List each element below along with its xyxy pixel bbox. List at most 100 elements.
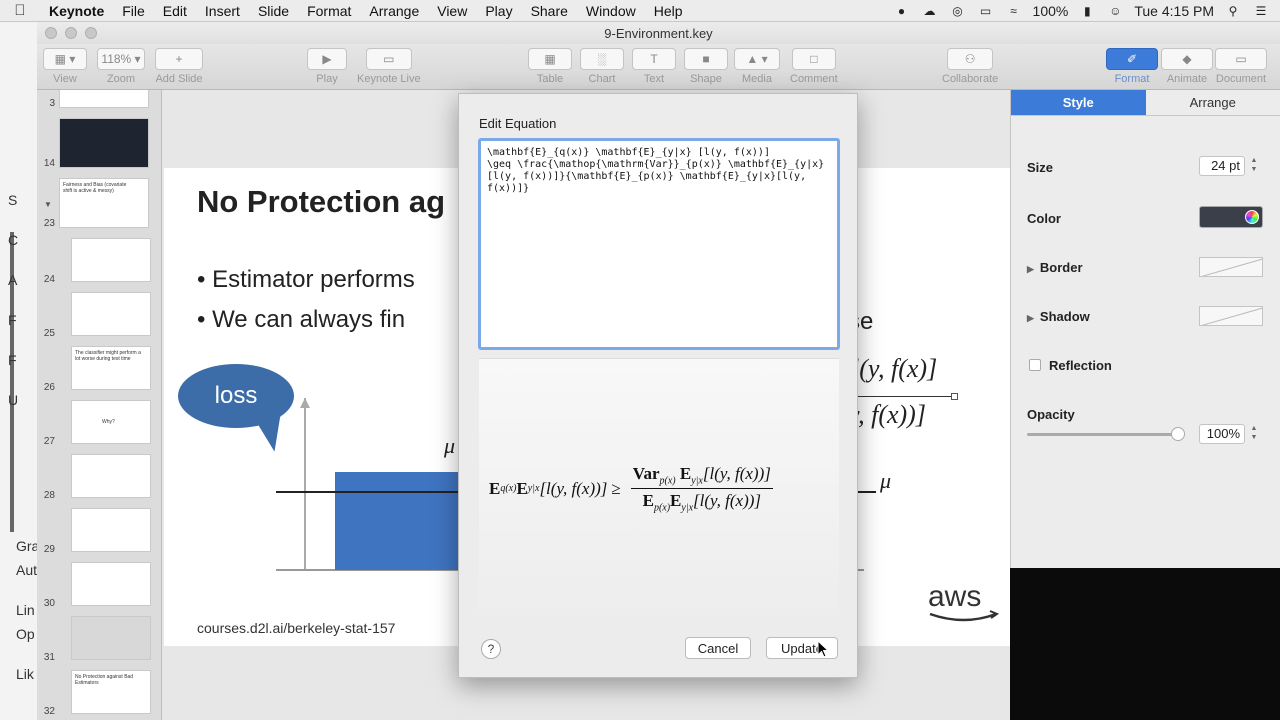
table-label: Table bbox=[536, 73, 564, 85]
loss-speech-bubble[interactable]: loss bbox=[178, 364, 294, 428]
eq-subscript: y|x bbox=[527, 483, 540, 495]
menu-help[interactable]: Help bbox=[645, 3, 692, 19]
cloud-upload-icon[interactable]: ☁ bbox=[921, 4, 939, 18]
background-text: Aut bbox=[16, 562, 38, 578]
background-dark-window bbox=[1010, 568, 1280, 720]
size-stepper[interactable]: ▲ ▼ bbox=[1249, 156, 1259, 176]
media-label: Media bbox=[742, 73, 772, 85]
slide-thumbnail-text: The classifier might perform a lot worse… bbox=[75, 350, 141, 362]
chart-button[interactable]: ░ Chart bbox=[580, 48, 624, 85]
play-button[interactable]: ▶ Play bbox=[307, 48, 347, 85]
border-style-well[interactable] bbox=[1199, 257, 1263, 277]
notification-center-icon[interactable]: ☰ bbox=[1252, 4, 1270, 18]
color-wheel-icon[interactable] bbox=[1245, 210, 1259, 224]
eq-symbol: E bbox=[489, 478, 501, 498]
disclosure-triangle-icon[interactable]: ▼ bbox=[44, 200, 52, 209]
menu-share[interactable]: Share bbox=[522, 3, 577, 19]
menu-view[interactable]: View bbox=[428, 3, 476, 19]
opacity-field[interactable]: 100% bbox=[1199, 424, 1245, 444]
background-text: U bbox=[8, 392, 19, 408]
zoom-label: Zoom bbox=[106, 73, 136, 85]
slide-thumbnail[interactable] bbox=[71, 454, 151, 498]
clock[interactable]: Tue 4:15 PM bbox=[1134, 3, 1214, 19]
help-button[interactable]: ? bbox=[481, 639, 501, 659]
shadow-style-well[interactable] bbox=[1199, 306, 1263, 326]
table-button[interactable]: ▦ Table bbox=[528, 48, 572, 85]
menu-play[interactable]: Play bbox=[476, 3, 521, 19]
shadow-section[interactable]: ▶ Shadow bbox=[1027, 309, 1090, 324]
tab-style[interactable]: Style bbox=[1011, 90, 1146, 115]
eq-argument: [l(y, f(x))] bbox=[693, 491, 762, 511]
menu-slide[interactable]: Slide bbox=[249, 3, 298, 19]
animate-button[interactable]: ◆ Animate bbox=[1161, 48, 1213, 85]
comment-button[interactable]: □ Comment bbox=[790, 48, 838, 85]
menu-format[interactable]: Format bbox=[298, 3, 360, 19]
zoom-select[interactable]: 118% ▾ bbox=[97, 48, 145, 70]
document-button[interactable]: ▭ Document bbox=[1215, 48, 1267, 85]
border-section[interactable]: ▶ Border bbox=[1027, 260, 1083, 275]
slide-navigator[interactable]: 3 14 ▼ 23 Fairness and Bias (covariate s… bbox=[37, 90, 162, 720]
wifi-icon[interactable]: ≈ bbox=[1005, 4, 1023, 18]
slide-thumbnail[interactable]: Why? bbox=[71, 400, 151, 444]
size-field[interactable]: 24 pt bbox=[1199, 156, 1245, 176]
color-label: Color bbox=[1027, 211, 1061, 226]
media-icon: ▲ ▾ bbox=[734, 48, 780, 70]
keynote-live-button[interactable]: ▭ Keynote Live bbox=[357, 48, 421, 85]
latex-input[interactable]: \mathbf{E}_{q(x)} \mathbf{E}_{y|x} [l(y,… bbox=[478, 138, 840, 350]
spotlight-search-icon[interactable]: ⚲ bbox=[1224, 4, 1242, 18]
equation-fragment-top[interactable]: l(y, f(x)] bbox=[852, 354, 937, 384]
menu-app[interactable]: Keynote bbox=[40, 3, 113, 19]
menu-window[interactable]: Window bbox=[577, 3, 645, 19]
menu-file[interactable]: File bbox=[113, 3, 154, 19]
opacity-slider-knob[interactable] bbox=[1171, 427, 1185, 441]
slide-thumbnail[interactable] bbox=[59, 90, 149, 108]
slide-thumbnail[interactable]: Fairness and Bias (covariate shift is ac… bbox=[59, 178, 149, 228]
menu-arrange[interactable]: Arrange bbox=[360, 3, 428, 19]
equation-fragment-bottom[interactable]: y, f(x))] bbox=[848, 400, 926, 430]
color-well[interactable] bbox=[1199, 206, 1263, 228]
apple-icon[interactable]:  bbox=[0, 2, 40, 19]
globe-icon[interactable]: ◎ bbox=[949, 4, 967, 18]
slide-thumbnail[interactable]: No Protection against Bad Estimators bbox=[71, 670, 151, 714]
slide-thumbnail[interactable]: The classifier might perform a lot worse… bbox=[71, 346, 151, 390]
slide-thumbnail[interactable] bbox=[71, 238, 151, 282]
distribution-bar[interactable] bbox=[335, 472, 460, 570]
comment-label: Comment bbox=[790, 73, 838, 85]
format-button[interactable]: ✐ Format bbox=[1106, 48, 1158, 85]
slide-footer-url[interactable]: courses.d2l.ai/berkeley-stat-157 bbox=[197, 620, 395, 636]
zoom-control[interactable]: 118% ▾ Zoom bbox=[97, 48, 145, 85]
play-icon: ▶ bbox=[307, 48, 347, 70]
add-slide-button[interactable]: + Add Slide bbox=[155, 48, 203, 85]
text-button[interactable]: T Text bbox=[632, 48, 676, 85]
menu-insert[interactable]: Insert bbox=[196, 3, 249, 19]
tab-arrange[interactable]: Arrange bbox=[1146, 90, 1280, 115]
slide-number: 31 bbox=[43, 652, 55, 663]
slide-thumbnail-text: Why? bbox=[102, 419, 115, 425]
background-text: Lin bbox=[16, 602, 35, 618]
creative-cloud-icon[interactable]: ● bbox=[893, 4, 911, 18]
document-icon: ▭ bbox=[1215, 48, 1267, 70]
reflection-checkbox[interactable] bbox=[1029, 359, 1041, 371]
slide-thumbnail[interactable] bbox=[71, 508, 151, 552]
opacity-slider[interactable] bbox=[1027, 433, 1177, 436]
collaborate-button[interactable]: ⚇ Collaborate bbox=[942, 48, 998, 85]
menu-edit[interactable]: Edit bbox=[154, 3, 196, 19]
airplay-icon[interactable]: ▭ bbox=[977, 4, 995, 18]
media-button[interactable]: ▲ ▾ Media bbox=[734, 48, 780, 85]
background-window: S C A F F U Gra Aut Lin Op Lik bbox=[0, 22, 40, 720]
eq-subscript: q(x) bbox=[500, 483, 517, 495]
slide-thumbnail[interactable] bbox=[71, 562, 151, 606]
background-text: A bbox=[8, 272, 18, 288]
view-button[interactable]: ▦ ▾ View bbox=[43, 48, 87, 85]
opacity-stepper[interactable]: ▲ ▼ bbox=[1249, 424, 1259, 444]
battery-icon[interactable]: ▮ bbox=[1078, 4, 1096, 18]
slide-thumbnail[interactable] bbox=[71, 616, 151, 660]
slide-thumbnail[interactable] bbox=[71, 292, 151, 336]
title-bar[interactable]: 9-Environment.key bbox=[37, 22, 1280, 44]
slide-thumbnail[interactable] bbox=[59, 118, 149, 168]
inspector-tabs: Style Arrange bbox=[1011, 90, 1280, 116]
user-icon[interactable]: ☺ bbox=[1106, 4, 1124, 18]
selection-handle[interactable] bbox=[951, 393, 958, 400]
cancel-button[interactable]: Cancel bbox=[685, 637, 751, 659]
shape-button[interactable]: ■ Shape bbox=[684, 48, 728, 85]
